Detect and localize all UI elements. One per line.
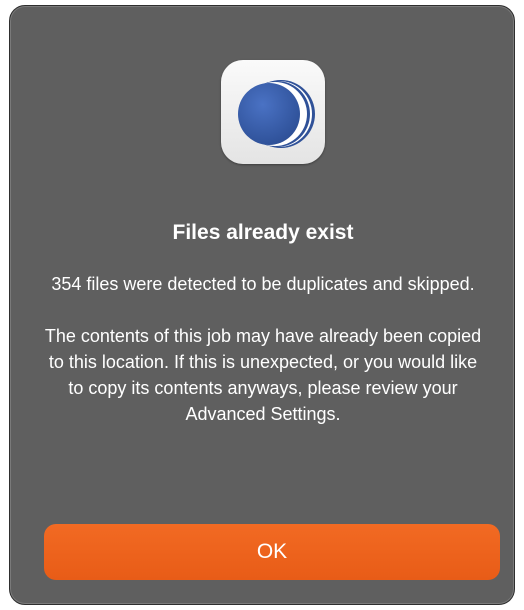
app-logo-icon [221, 60, 325, 164]
alert-dialog: Files already exist 354 files were detec… [9, 5, 515, 605]
app-logo-graphic [238, 80, 315, 148]
dialog-message: 354 files were detected to be duplicates… [40, 271, 486, 427]
dialog-title: Files already exist [172, 221, 354, 244]
ok-button[interactable]: OK [44, 524, 500, 580]
message-paragraph: 354 files were detected to be duplicates… [51, 274, 475, 294]
front-disc [238, 83, 300, 145]
message-paragraph: The contents of this job may have alread… [44, 326, 482, 424]
